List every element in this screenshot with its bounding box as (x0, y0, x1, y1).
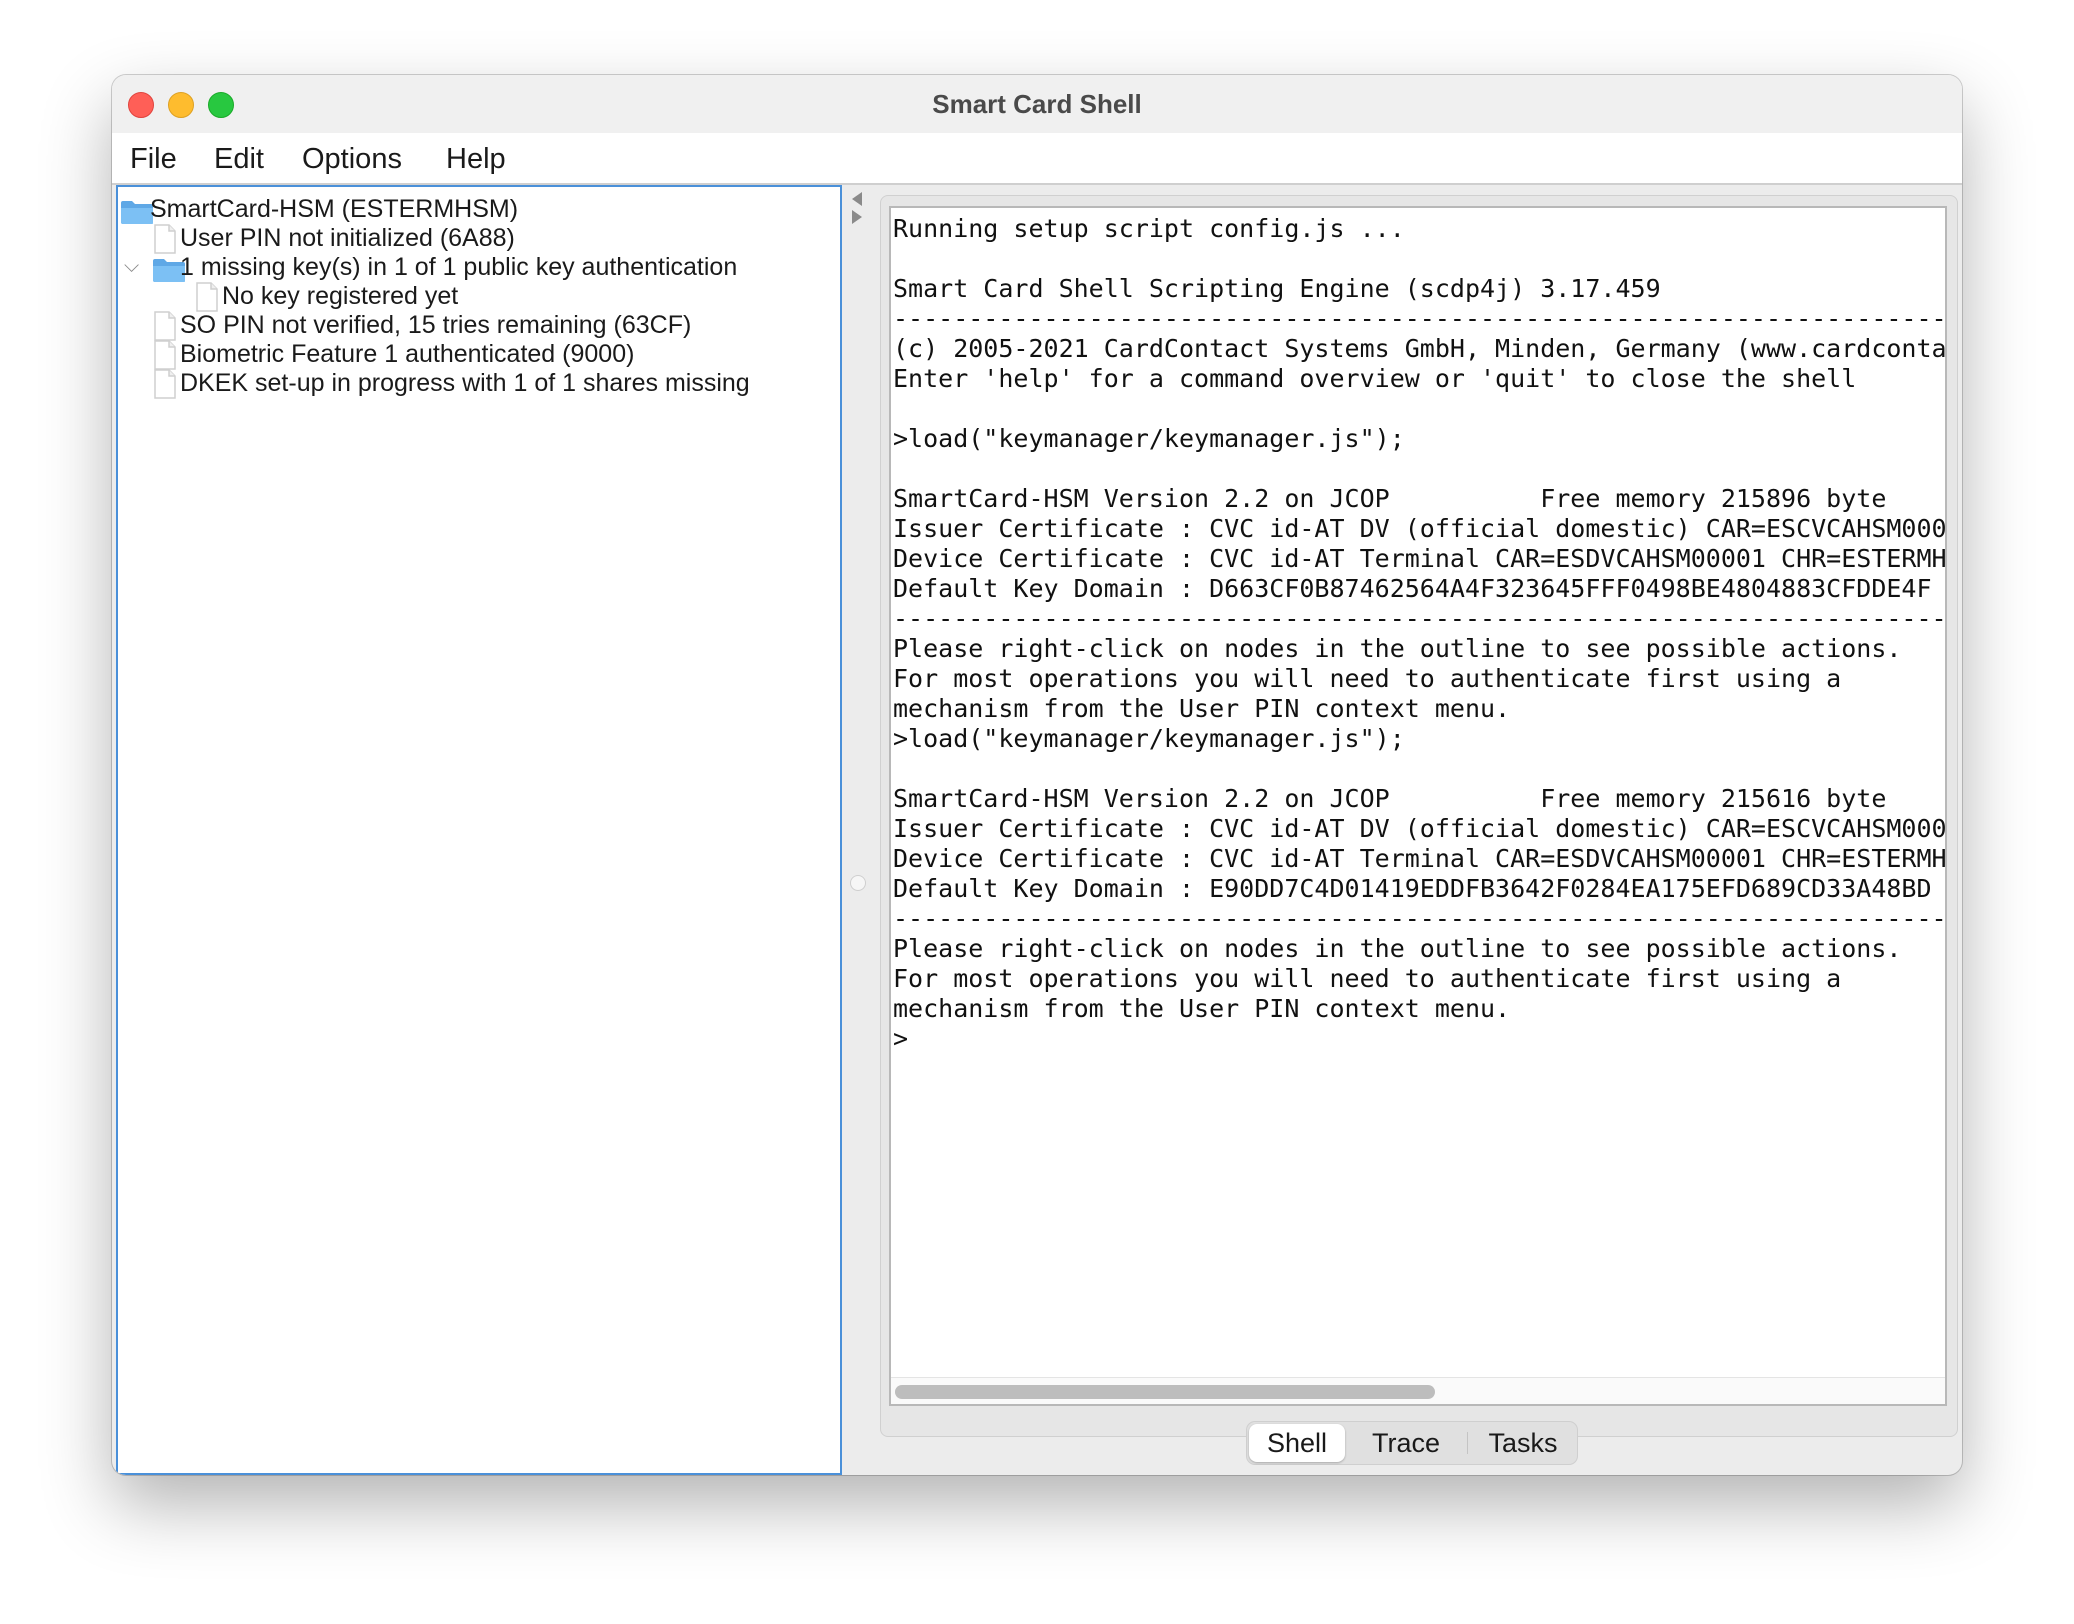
tab-trace[interactable]: Trace (1351, 1422, 1461, 1464)
tree-node-so-pin-label: SO PIN not verified, 15 tries remaining … (180, 311, 692, 339)
chevron-down-icon[interactable]: ⌵ (124, 255, 139, 278)
document-icon (154, 340, 176, 370)
menu-edit[interactable]: Edit (214, 133, 264, 183)
tree-node-user-pin-label: User PIN not initialized (6A88) (180, 224, 515, 252)
tab-bar: Shell Trace Tasks (1246, 1421, 1578, 1465)
scrollbar-thumb[interactable] (895, 1385, 1435, 1399)
tree-node-dkek-label: DKEK set-up in progress with 1 of 1 shar… (180, 369, 750, 397)
tree-node-pka-label: 1 missing key(s) in 1 of 1 public key au… (180, 253, 738, 281)
document-icon (154, 369, 176, 399)
menu-file[interactable]: File (130, 133, 177, 183)
outline-tree[interactable]: SmartCard-HSM (ESTERMHSM) User PIN not i… (116, 185, 842, 1475)
app-window: Smart Card Shell File Edit Options Help … (112, 75, 1962, 1475)
split-pane-divider[interactable] (842, 185, 872, 1475)
menu-bar: File Edit Options Help (112, 133, 1962, 185)
window-title: Smart Card Shell (932, 89, 1142, 119)
document-icon (154, 311, 176, 341)
shell-panel: Running setup script config.js ... Smart… (880, 195, 1958, 1437)
folder-icon (121, 201, 153, 224)
title-bar: Smart Card Shell (112, 75, 1962, 134)
document-icon (154, 224, 176, 254)
tree-node-pka-child-label: No key registered yet (222, 282, 459, 310)
expand-right-arrow-icon[interactable] (852, 210, 862, 224)
tab-tasks[interactable]: Tasks (1471, 1422, 1575, 1464)
document-icon (196, 282, 218, 312)
tree-node-root-label: SmartCard-HSM (ESTERMHSM) (150, 195, 519, 223)
shell-console[interactable]: Running setup script config.js ... Smart… (889, 206, 1947, 1406)
divider-grip-icon[interactable] (850, 875, 866, 891)
console-output[interactable]: Running setup script config.js ... Smart… (893, 214, 1945, 1054)
menu-help[interactable]: Help (446, 133, 506, 183)
tree-node-biometric-label: Biometric Feature 1 authenticated (9000) (180, 340, 635, 368)
tab-separator (1467, 1432, 1468, 1454)
horizontal-scrollbar[interactable] (891, 1377, 1945, 1404)
menu-options[interactable]: Options (302, 133, 402, 183)
collapse-left-arrow-icon[interactable] (852, 192, 862, 206)
tab-shell[interactable]: Shell (1249, 1424, 1345, 1462)
